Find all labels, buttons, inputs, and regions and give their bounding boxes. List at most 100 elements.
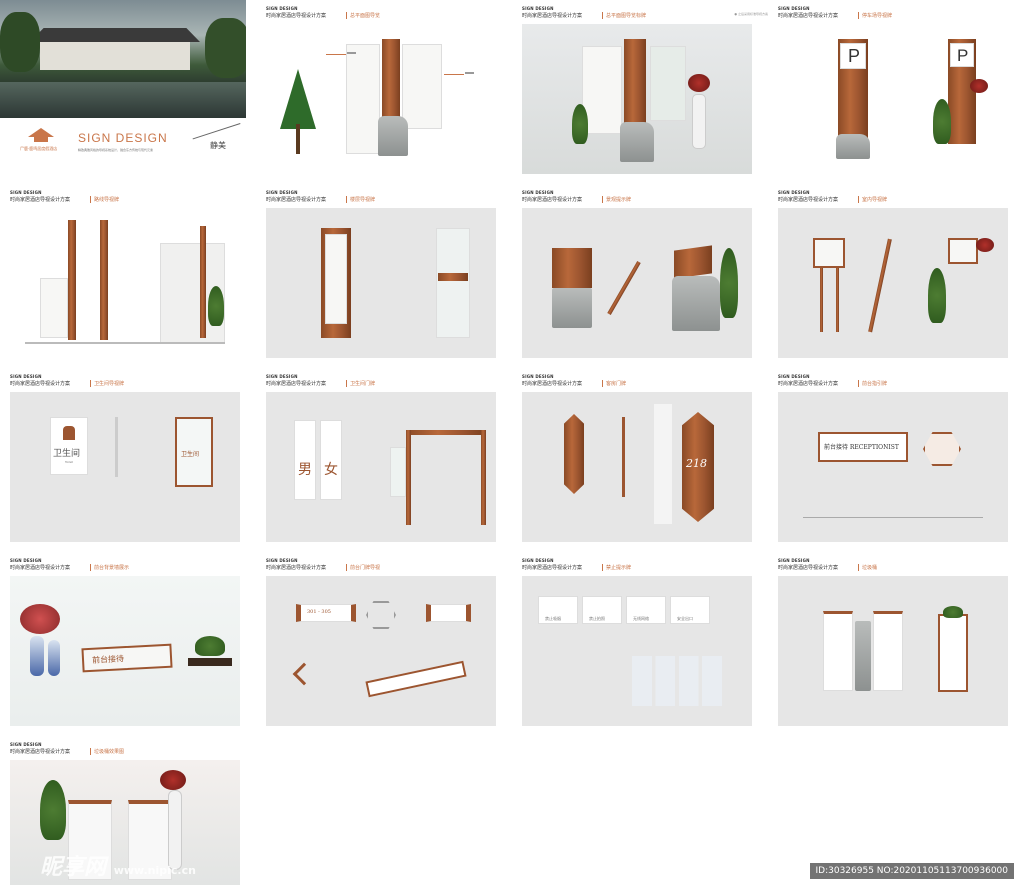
panel-stage: [266, 24, 496, 174]
map-sign-stone: [378, 116, 408, 156]
header-brand: SIGN DESIGN: [522, 190, 554, 195]
panel-6: SIGN DESIGN 时尚家居酒店导视设计方案 景观提示牌: [522, 190, 768, 370]
male-sign: 男: [294, 420, 316, 500]
map-sign-left: [346, 44, 380, 154]
header-brand: SIGN DESIGN: [10, 742, 42, 747]
no-smoking-sign: 禁止吸烟: [538, 596, 578, 624]
panel-11: SIGN DESIGN 时尚家居酒店导视设计方案 前台指引牌 前台接待 RECE…: [778, 374, 1024, 554]
panel-header: SIGN DESIGN 时尚家居酒店导视设计方案 卫生间门牌: [266, 374, 512, 390]
panel-header: SIGN DESIGN 时尚家居酒店导视设计方案 路线导视牌: [10, 190, 256, 206]
floor-sign-board: [325, 234, 347, 324]
blue-vase: [30, 636, 44, 676]
header-project: 时尚家居酒店导视设计方案: [522, 565, 583, 571]
toilet-side-sign: 卫生间: [175, 417, 213, 487]
reception-hexagon: [923, 432, 961, 466]
door-hanging-sign: [390, 447, 406, 497]
reception-display-text: 前台接待: [91, 654, 125, 665]
room-plate-profile: [622, 417, 625, 497]
panel-stage: [778, 576, 1008, 726]
panel-16: SIGN DESIGN 时尚家居酒店导视设计方案 垃圾桶效果图 昵享网 www.…: [10, 742, 256, 885]
panel-stage: 前台接待 RECEPTIONIST: [778, 392, 1008, 542]
indoor-scene-board: [948, 238, 978, 264]
reception-sign: 前台接待 RECEPTIONIST: [818, 432, 908, 462]
scenic-sign-base: [552, 288, 592, 328]
panel-header: SIGN DESIGN 时尚家居酒店导视设计方案 垃圾桶: [778, 558, 1024, 574]
parking-letter-box: P: [840, 43, 866, 69]
panel-header: SIGN DESIGN 时尚家居酒店导视设计方案 室内导视牌: [778, 190, 1024, 206]
floor-side-band: [438, 273, 468, 281]
watermark-brand: 昵享网: [40, 855, 107, 880]
header-project: 时尚家居酒店导视设计方案: [778, 381, 839, 387]
floor-number-sign: 301 - 305: [296, 604, 356, 622]
female-text: 女: [324, 462, 338, 478]
wifi-label: 无线网络: [633, 616, 649, 621]
panel-stage: 218: [522, 392, 752, 542]
toilet-side-text: 卫生间: [181, 451, 200, 458]
route-sign-board: [40, 278, 68, 338]
panel-stage: 男 女: [266, 392, 496, 542]
vase: [692, 94, 706, 149]
header-section: 停车场导视牌: [858, 12, 892, 19]
header-brand: SIGN DESIGN: [522, 374, 554, 379]
map-board-stone: [620, 122, 654, 162]
toilet-sign: 卫生间 Toilet: [50, 417, 88, 475]
panel-stage: [266, 208, 496, 358]
header-section: 前台门牌导视: [346, 564, 380, 571]
route-sign-post: [68, 220, 76, 340]
panel-13: SIGN DESIGN 时尚家居酒店导视设计方案 前台门牌导视 301 - 30…: [266, 558, 512, 738]
plum-branch-icon: [192, 123, 246, 167]
indoor-sign-leg: [836, 268, 839, 332]
watermark: 昵享网 www.nipic.cn: [40, 849, 196, 881]
panel-header: SIGN DESIGN 时尚家居酒店导视设计方案 总平面图导览标牌 ● 之后采用…: [522, 6, 768, 22]
header-project: 时尚家居酒店导视设计方案: [522, 197, 583, 203]
floor-side-panel: [436, 228, 470, 338]
floor-numbers: 301 - 305: [307, 609, 331, 615]
header-section: 客房门牌: [602, 380, 626, 387]
cover-logo: [28, 128, 54, 142]
tree-trunk: [296, 124, 300, 154]
watermark-url: www.nipic.cn: [113, 864, 196, 877]
route-sign-post-2: [100, 220, 108, 340]
panel-stage: [778, 208, 1008, 358]
map-board-left: [582, 46, 622, 134]
panel-14: SIGN DESIGN 时尚家居酒店导视设计方案 禁止提示牌 禁止吸烟 禁止拍照…: [522, 558, 768, 738]
exit-sign: 安全出口: [670, 596, 710, 624]
panel-8: SIGN DESIGN 时尚家居酒店导视设计方案 卫生间导视牌 卫生间 Toil…: [10, 374, 256, 554]
panel-header: SIGN DESIGN 时尚家居酒店导视设计方案 卫生间导视牌: [10, 374, 256, 390]
header-section: 路线导视牌: [90, 196, 119, 203]
trash-divider: [855, 621, 871, 691]
header-section: 前台指引牌: [858, 380, 887, 387]
header-section: 前台背景墙展示: [90, 564, 129, 571]
blue-vase: [48, 640, 60, 676]
forbid-signs-scene: [632, 656, 722, 706]
scenic-sign-board: [552, 248, 592, 288]
red-bonsai: [160, 770, 186, 790]
panel-stage: [522, 208, 752, 358]
panel-stage: [522, 24, 752, 174]
toilet-en: Toilet: [65, 460, 73, 464]
parking-sign-right: P: [948, 39, 976, 144]
panel-4: SIGN DESIGN 时尚家居酒店导视设计方案 路线导视牌: [10, 190, 256, 370]
panel-header: SIGN DESIGN 时尚家居酒店导视设计方案 停车场导视牌: [778, 6, 1024, 22]
cover-logo-text: 尸鹿·鹿鸣居度假酒店: [20, 146, 58, 151]
grass-plant: [943, 606, 963, 618]
header-section: 卫生间导视牌: [90, 380, 124, 387]
header-project: 时尚家居酒店导视设计方案: [266, 13, 327, 19]
panel-stage: 禁止吸烟 禁止拍照 无线网络 安全出口: [522, 576, 752, 726]
header-brand: SIGN DESIGN: [266, 6, 298, 11]
panel-header: SIGN DESIGN 时尚家居酒店导视设计方案 垃圾桶效果图: [10, 742, 256, 758]
header-brand: SIGN DESIGN: [266, 190, 298, 195]
red-bonsai: [976, 238, 994, 252]
header-brand: SIGN DESIGN: [10, 558, 42, 563]
header-project: 时尚家居酒店导视设计方案: [266, 565, 327, 571]
header-brand: SIGN DESIGN: [522, 6, 554, 11]
panel-stage: [10, 208, 240, 358]
annotation: [444, 72, 474, 75]
trash-bin-left: [823, 611, 853, 691]
bamboo-plant: [933, 99, 951, 144]
bamboo-plant: [928, 268, 946, 323]
header-section: 总平面图导览标牌: [602, 12, 646, 19]
panel-header: SIGN DESIGN 时尚家居酒店导视设计方案 禁止提示牌: [522, 558, 768, 574]
arrow-left-icon: [292, 662, 316, 686]
cover-title: SIGN DESIGN: [78, 131, 168, 145]
